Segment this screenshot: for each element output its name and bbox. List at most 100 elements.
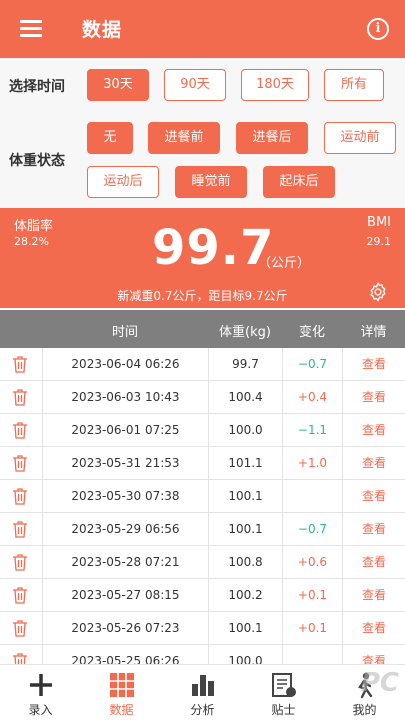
trash-icon[interactable] <box>12 422 28 439</box>
notes-icon <box>272 673 296 697</box>
record-weight: 99.7 <box>208 348 282 380</box>
record-change: +0.1 <box>282 612 342 644</box>
record-time: 2023-05-28 07:21 <box>42 546 208 578</box>
bar-chart-icon <box>192 675 214 696</box>
tab-label: 数据 <box>109 703 134 717</box>
top-app-bar: 数据 i <box>0 0 405 58</box>
table-row: 2023-05-30 07:38 100.1 查看 <box>0 480 405 513</box>
header-detail: 详情 <box>360 325 387 340</box>
record-time: 2023-06-04 06:26 <box>42 348 208 380</box>
trash-icon[interactable] <box>12 587 28 604</box>
record-change: +0.4 <box>282 381 342 413</box>
header-time: 时间 <box>111 325 138 340</box>
trash-icon[interactable] <box>12 620 28 637</box>
state-option-after-exercise[interactable]: 运动后 <box>87 166 159 198</box>
weight-state-label: 体重状态 <box>9 153 65 169</box>
table-row: 2023-06-03 10:43 100.4 +0.4 查看 <box>0 381 405 414</box>
state-option-after-wake[interactable]: 起床后 <box>263 166 335 198</box>
table-row: 2023-05-25 06:26 100.0 查看 <box>0 645 405 664</box>
tab-label: 分析 <box>190 703 215 717</box>
time-option-180d[interactable]: 180天 <box>241 69 309 101</box>
table-row: 2023-05-27 08:15 100.2 +0.1 查看 <box>0 579 405 612</box>
trash-icon[interactable] <box>12 356 28 373</box>
weight-unit: （公斤） <box>258 256 311 271</box>
bmi-label: BMI <box>367 215 391 230</box>
tab-entry[interactable]: 录入 <box>0 665 81 720</box>
watermark: PC <box>360 668 399 698</box>
record-weight: 100.0 <box>208 414 282 446</box>
time-option-all[interactable]: 所有 <box>324 69 384 101</box>
record-change: +0.6 <box>282 546 342 578</box>
view-detail-link[interactable]: 查看 <box>342 381 405 413</box>
body-fat-label: 体脂率 <box>14 219 54 234</box>
state-option-before-exercise[interactable]: 运动前 <box>324 122 396 154</box>
filter-panel: 选择时间 30天 90天 180天 所有 体重状态 无 进餐前 进餐后 运动前 … <box>0 58 405 208</box>
record-change: +0.1 <box>282 579 342 611</box>
trash-icon[interactable] <box>12 653 28 664</box>
view-detail-link[interactable]: 查看 <box>342 348 405 380</box>
table-row: 2023-05-28 07:21 100.8 +0.6 查看 <box>0 546 405 579</box>
info-icon[interactable]: i <box>367 18 389 40</box>
view-detail-link[interactable]: 查看 <box>342 414 405 446</box>
view-detail-link[interactable]: 查看 <box>342 447 405 479</box>
table-row: 2023-05-31 21:53 101.1 +1.0 查看 <box>0 447 405 480</box>
time-option-30d[interactable]: 30天 <box>87 69 149 101</box>
delete-cell <box>0 645 42 664</box>
table-row: 2023-06-04 06:26 99.7 −0.7 查看 <box>0 348 405 381</box>
trash-icon[interactable] <box>12 455 28 472</box>
tab-label: 贴士 <box>271 703 296 717</box>
state-option-before-meal[interactable]: 进餐前 <box>148 122 220 154</box>
state-option-after-meal[interactable]: 进餐后 <box>236 122 308 154</box>
record-time: 2023-05-31 21:53 <box>42 447 208 479</box>
tab-analysis[interactable]: 分析 <box>162 665 243 720</box>
record-change: −1.1 <box>282 414 342 446</box>
record-weight: 100.2 <box>208 579 282 611</box>
state-option-before-sleep[interactable]: 睡觉前 <box>175 166 247 198</box>
menu-icon[interactable] <box>20 20 42 37</box>
record-weight: 100.1 <box>208 612 282 644</box>
record-time: 2023-06-03 10:43 <box>42 381 208 413</box>
header-weight: 体重(kg) <box>219 325 271 340</box>
tab-tips[interactable]: 贴士 <box>243 665 324 720</box>
record-change: +1.0 <box>282 447 342 479</box>
trash-icon[interactable] <box>12 554 28 571</box>
view-detail-link[interactable]: 查看 <box>342 645 405 664</box>
record-weight: 100.4 <box>208 381 282 413</box>
record-time: 2023-06-01 07:25 <box>42 414 208 446</box>
delete-cell <box>0 381 42 413</box>
table-row: 2023-06-01 07:25 100.0 −1.1 查看 <box>0 414 405 447</box>
trash-icon[interactable] <box>12 488 28 505</box>
tab-label: 我的 <box>352 703 377 717</box>
record-time: 2023-05-30 07:38 <box>42 480 208 512</box>
state-option-none[interactable]: 无 <box>87 122 133 154</box>
delete-cell <box>0 480 42 512</box>
record-weight: 100.8 <box>208 546 282 578</box>
record-change: −0.7 <box>282 513 342 545</box>
record-weight: 100.1 <box>208 513 282 545</box>
page-title: 数据 <box>82 19 123 41</box>
trash-icon[interactable] <box>12 521 28 538</box>
record-time: 2023-05-26 07:23 <box>42 612 208 644</box>
delete-cell <box>0 414 42 446</box>
view-detail-link[interactable]: 查看 <box>342 579 405 611</box>
table-header: 时间 体重(kg) 变化 详情 <box>0 310 405 348</box>
record-weight: 100.0 <box>208 645 282 664</box>
view-detail-link[interactable]: 查看 <box>342 546 405 578</box>
record-change <box>282 645 342 664</box>
table-row: 2023-05-29 06:56 100.1 −0.7 查看 <box>0 513 405 546</box>
time-option-90d[interactable]: 90天 <box>164 69 226 101</box>
header-change: 变化 <box>298 325 325 340</box>
delete-cell <box>0 447 42 479</box>
record-time: 2023-05-25 06:26 <box>42 645 208 664</box>
weight-records-list[interactable]: 2023-06-04 06:26 99.7 −0.7 查看 2023-06-03… <box>0 348 405 664</box>
trash-icon[interactable] <box>12 389 28 406</box>
gear-icon[interactable] <box>367 281 389 303</box>
view-detail-link[interactable]: 查看 <box>342 612 405 644</box>
delete-cell <box>0 579 42 611</box>
table-row: 2023-05-26 07:23 100.1 +0.1 查看 <box>0 612 405 645</box>
tab-data[interactable]: 数据 <box>81 665 162 720</box>
view-detail-link[interactable]: 查看 <box>342 513 405 545</box>
bmi-value: 29.1 <box>366 235 392 248</box>
delete-cell <box>0 348 42 380</box>
view-detail-link[interactable]: 查看 <box>342 480 405 512</box>
